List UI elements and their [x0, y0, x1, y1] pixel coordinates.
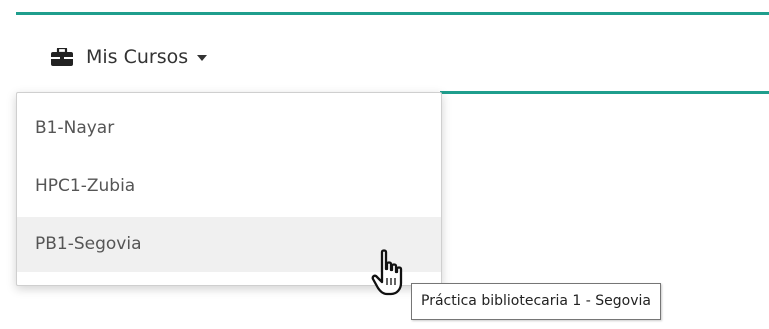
hand-pointer-icon — [370, 249, 405, 297]
course-tooltip: Práctica bibliotecaria 1 - Segovia — [411, 283, 661, 320]
mis-cursos-menu-button[interactable]: Mis Cursos — [50, 40, 208, 74]
dropdown-item-hpc1-zubia[interactable]: HPC1-Zubia — [17, 159, 441, 214]
briefcase-icon — [50, 46, 74, 66]
content-divider — [440, 91, 769, 94]
menu-label: Mis Cursos — [86, 46, 189, 68]
dropdown-item-b1-nayar[interactable]: B1-Nayar — [17, 101, 441, 156]
caret-down-icon — [197, 55, 208, 61]
header-divider — [16, 12, 769, 15]
